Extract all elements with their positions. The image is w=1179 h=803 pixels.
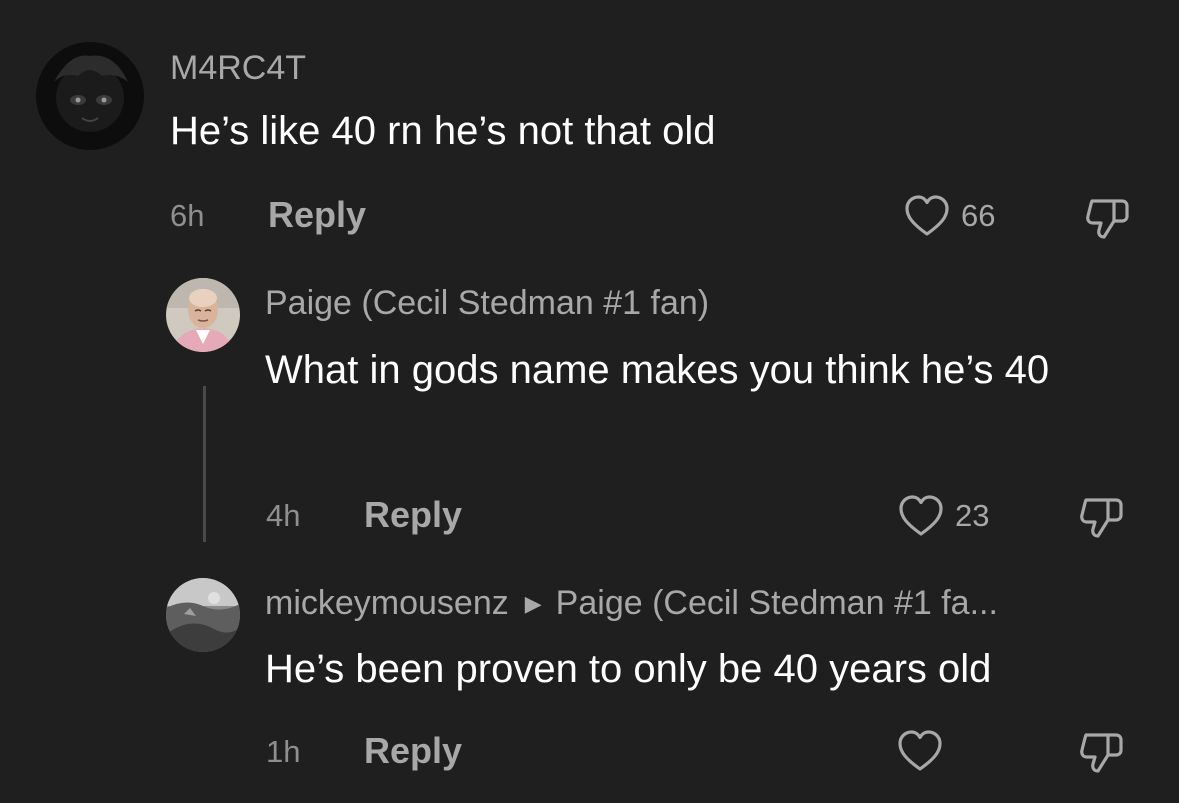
- comment-username[interactable]: mickeymousenz ▶ Paige (Cecil Stedman #1 fa…: [265, 583, 998, 624]
- thumbs-down-outline-icon: [1086, 199, 1129, 239]
- like-count: 23: [955, 498, 990, 533]
- comment-text: He’s like 40 rn he’s not that old: [170, 109, 716, 153]
- comment-username-text[interactable]: mickeymousenz: [265, 584, 509, 622]
- caret-right-icon: ▶: [524, 591, 542, 616]
- comment-text: He’s been proven to only be 40 years old: [265, 647, 992, 691]
- comment-timestamp: 1h: [266, 734, 301, 769]
- like-button[interactable]: 66: [903, 193, 995, 239]
- comment-text: What in gods name makes you think he’s 4…: [265, 348, 1050, 392]
- dislike-button[interactable]: [1084, 195, 1132, 246]
- comment-timestamp: 6h: [170, 198, 205, 233]
- comment-timestamp: 4h: [266, 498, 301, 533]
- avatar[interactable]: [166, 278, 240, 352]
- heart-outline-icon: [899, 495, 943, 536]
- reply-button[interactable]: Reply: [268, 195, 366, 235]
- avatar[interactable]: [166, 578, 240, 652]
- reply-button[interactable]: Reply: [364, 731, 462, 771]
- avatar[interactable]: [36, 42, 144, 150]
- reply-button[interactable]: Reply: [364, 495, 462, 535]
- dislike-button[interactable]: [1078, 494, 1126, 545]
- like-count: 66: [961, 198, 996, 233]
- comment-username[interactable]: M4RC4T: [170, 48, 306, 88]
- dislike-button[interactable]: [1078, 729, 1126, 780]
- comment-username[interactable]: Paige (Cecil Stedman #1 fan): [265, 283, 709, 323]
- reply-to-username[interactable]: Paige (Cecil Stedman #1 fa...: [556, 584, 998, 622]
- like-button[interactable]: [896, 728, 954, 774]
- thread-line: [203, 386, 206, 542]
- like-button[interactable]: 23: [897, 493, 989, 539]
- thumbs-down-outline-icon: [1080, 498, 1123, 538]
- heart-outline-icon: [905, 195, 949, 236]
- heart-outline-icon: [898, 730, 942, 771]
- thumbs-down-outline-icon: [1080, 733, 1123, 773]
